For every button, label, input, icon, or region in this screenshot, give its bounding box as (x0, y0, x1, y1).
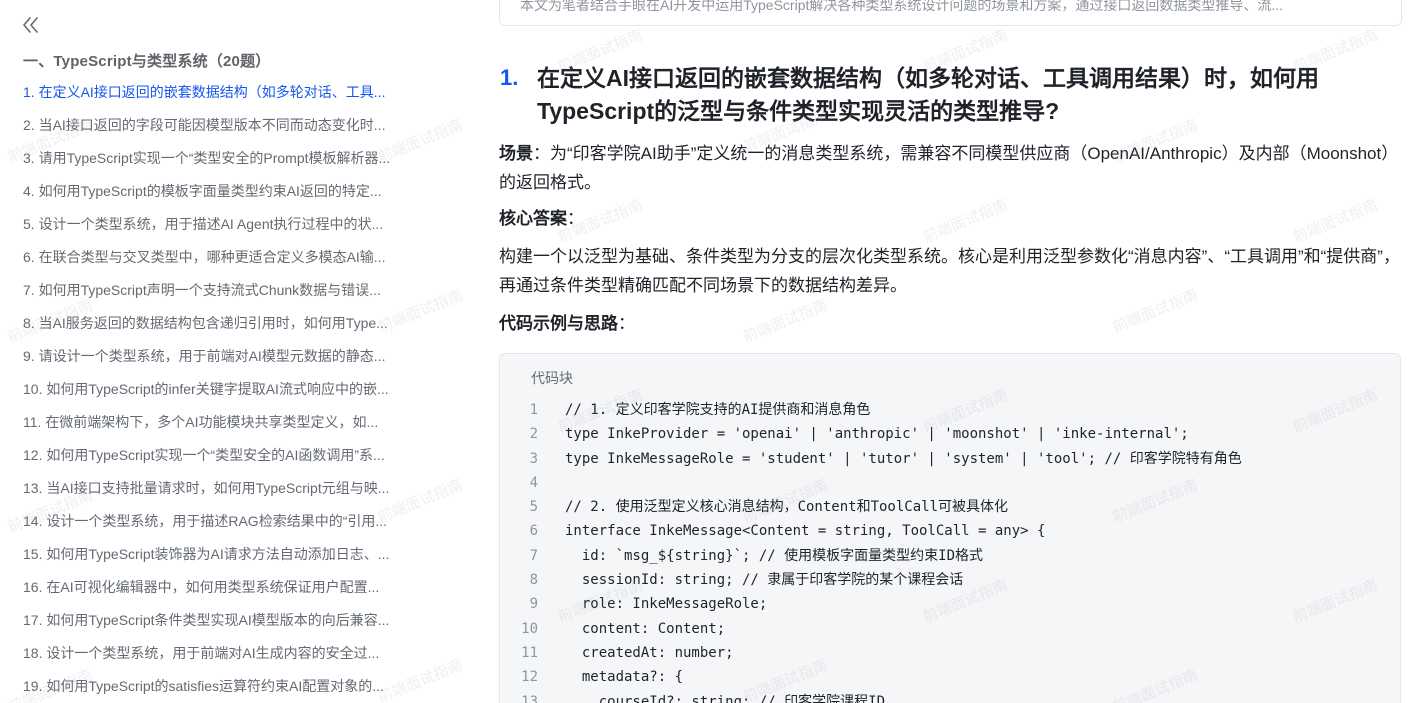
line-number: 13 (521, 693, 538, 703)
code-heading: 代码示例与思路： (499, 309, 1404, 338)
line-code: id: `msg_${string}`; // 使用模板字面量类型约束ID格式 (565, 547, 984, 564)
code-line: 3 type InkeMessageRole = 'student' | 'tut… (500, 447, 1400, 471)
toc-item[interactable]: 7. 如何用TypeScript声明一个支持流式Chunk数据与错误... (23, 274, 433, 307)
scene-paragraph: 场景：为“印客学院AI助手”定义统一的消息类型系统，需兼容不同模型供应商（Ope… (499, 139, 1404, 197)
code-heading-colon: ： (618, 314, 635, 333)
line-number: 10 (521, 620, 538, 637)
code-line: 13 courseId?: string; // 印客学院课程ID (500, 690, 1400, 703)
question-number: 1. (500, 65, 519, 90)
answer-heading: 核心答案： (499, 204, 1404, 233)
line-code: type InkeMessageRole = 'student' | 'tuto… (565, 450, 1242, 467)
line-number: 9 (529, 596, 538, 613)
toc-item[interactable]: 5. 设计一个类型系统，用于描述AI Agent执行过程中的状... (23, 208, 433, 241)
toc-item[interactable]: 12. 如何用TypeScript实现一个“类型安全的AI函数调用”系... (23, 439, 433, 472)
main-content: 本文为笔者结合手眼在AI开发中运用TypeScript解决各种类型系统设计问题的… (447, 0, 1418, 703)
toc-item[interactable]: 16. 在AI可视化编辑器中，如何用类型系统保证用户配置... (23, 571, 433, 604)
code-line: 12 metadata?: { (500, 665, 1400, 689)
line-code: interface InkeMessage<Content = string, … (565, 523, 1046, 540)
line-code: courseId?: string; // 印客学院课程ID (565, 693, 886, 703)
code-line: 6 interface InkeMessage<Content = string,… (500, 519, 1400, 543)
line-number: 1 (529, 402, 538, 418)
toc-item[interactable]: 10. 如何用TypeScript的infer关键字提取AI流式响应中的嵌... (23, 373, 433, 406)
line-number: 12 (521, 669, 538, 686)
code-heading-label: 代码示例与思路 (499, 314, 618, 333)
line-number: 2 (529, 426, 538, 443)
toc-section-title[interactable]: 一、TypeScript与类型系统（20题） (23, 50, 271, 71)
line-number: 8 (529, 572, 538, 589)
line-code: metadata?: { (565, 669, 684, 686)
toc-list: 1. 在定义AI接口返回的嵌套数据结构（如多轮对话、工具... 2. 当AI接口返… (23, 76, 433, 703)
toc-item[interactable]: 1. 在定义AI接口返回的嵌套数据结构（如多轮对话、工具... (23, 76, 433, 109)
code-line: 10 content: Content; (500, 617, 1400, 641)
toc-item[interactable]: 17. 如何用TypeScript条件类型实现AI模型版本的向后兼容... (23, 604, 433, 637)
answer-label: 核心答案 (499, 209, 567, 228)
line-code: // 2. 使用泛型定义核心消息结构，Content和ToolCall可被具体化 (565, 499, 1009, 516)
toc-item[interactable]: 6. 在联合类型与交叉类型中，哪种更适合定义多模态AI输... (23, 241, 433, 274)
toc-item[interactable]: 3. 请用TypeScript实现一个“类型安全的Prompt模板解析器... (23, 142, 433, 175)
code-line: 8 sessionId: string; // 隶属于印客学院的某个课程会话 (500, 568, 1400, 592)
question-title: 在定义AI接口返回的嵌套数据结构（如多轮对话、工具调用结果）时，如何用TypeS… (537, 65, 1319, 124)
line-number: 4 (529, 474, 538, 491)
toc-item[interactable]: 15. 如何用TypeScript装饰器为AI请求方法自动添加日志、... (23, 538, 433, 571)
answer-colon: ： (567, 209, 584, 228)
toc-item[interactable]: 2. 当AI接口返回的字段可能因模型版本不同而动态变化时... (23, 109, 433, 142)
line-code: sessionId: string; // 隶属于印客学院的某个课程会话 (565, 572, 964, 589)
line-number: 3 (529, 450, 538, 467)
line-code: content: Content; (565, 620, 726, 637)
intro-card-text: 本文为笔者结合手眼在AI开发中运用TypeScript解决各种类型系统设计问题的… (520, 0, 1284, 13)
line-number: 11 (521, 644, 538, 661)
code-line: 7 id: `msg_${string}`; // 使用模板字面量类型约束ID格… (500, 544, 1400, 568)
line-code: createdAt: number; (565, 644, 734, 661)
intro-card: 本文为笔者结合手眼在AI开发中运用TypeScript解决各种类型系统设计问题的… (499, 0, 1402, 26)
toc-item[interactable]: 8. 当AI服务返回的数据结构包含递归引用时，如何用Type... (23, 307, 433, 340)
code-line: 9 role: InkeMessageRole; (500, 592, 1400, 616)
line-number: 5 (529, 499, 538, 516)
line-code: role: InkeMessageRole; (565, 596, 768, 613)
line-number: 7 (529, 547, 538, 564)
line-code: // 1. 定义印客学院支持的AI提供商和消息角色 (565, 402, 871, 418)
code-line: 11 createdAt: number; (500, 641, 1400, 665)
scene-label: 场景 (499, 144, 533, 163)
toc-item[interactable]: 11. 在微前端架构下，多个AI功能模块共享类型定义，如... (23, 406, 433, 439)
line-number: 6 (529, 523, 538, 540)
code-block[interactable]: 代码块 1 // 1. 定义印客学院支持的AI提供商和消息角色 2 type Inke… (499, 353, 1401, 703)
code-line: 5 // 2. 使用泛型定义核心消息结构，Content和ToolCall可被具体… (500, 495, 1400, 519)
sidebar: 一、TypeScript与类型系统（20题） 1. 在定义AI接口返回的嵌套数据… (0, 0, 447, 703)
toc-item[interactable]: 4. 如何用TypeScript的模板字面量类型约束AI返回的特定... (23, 175, 433, 208)
code-block-label: 代码块 (531, 370, 573, 386)
toc-item[interactable]: 18. 设计一个类型系统，用于前端对AI生成内容的安全过... (23, 637, 433, 670)
answer-text: 构建一个以泛型为基础、条件类型为分支的层次化类型系统。核心是利用泛型参数化“消息… (499, 247, 1400, 295)
toc-item[interactable]: 13. 当AI接口支持批量请求时，如何用TypeScript元组与映... (23, 472, 433, 505)
code-line: 1 // 1. 定义印客学院支持的AI提供商和消息角色 (500, 398, 1400, 422)
code-lines: 1 // 1. 定义印客学院支持的AI提供商和消息角色 2 type InkeProv… (500, 398, 1400, 703)
double-chevron-left-icon[interactable] (20, 14, 42, 36)
code-line: 2 type InkeProvider = 'openai' | 'anthrop… (500, 422, 1400, 446)
toc-item[interactable]: 19. 如何用TypeScript的satisfies运算符约束AI配置对象的.… (23, 670, 433, 703)
toc-item[interactable]: 9. 请设计一个类型系统，用于前端对AI模型元数据的静态... (23, 340, 433, 373)
toc-item[interactable]: 14. 设计一个类型系统，用于描述RAG检索结果中的“引用... (23, 505, 433, 538)
code-line: 4 (500, 471, 1400, 495)
scene-text: ：为“印客学院AI助手”定义统一的消息类型系统，需兼容不同模型供应商（OpenA… (499, 144, 1399, 192)
line-code: type InkeProvider = 'openai' | 'anthropi… (565, 426, 1189, 443)
